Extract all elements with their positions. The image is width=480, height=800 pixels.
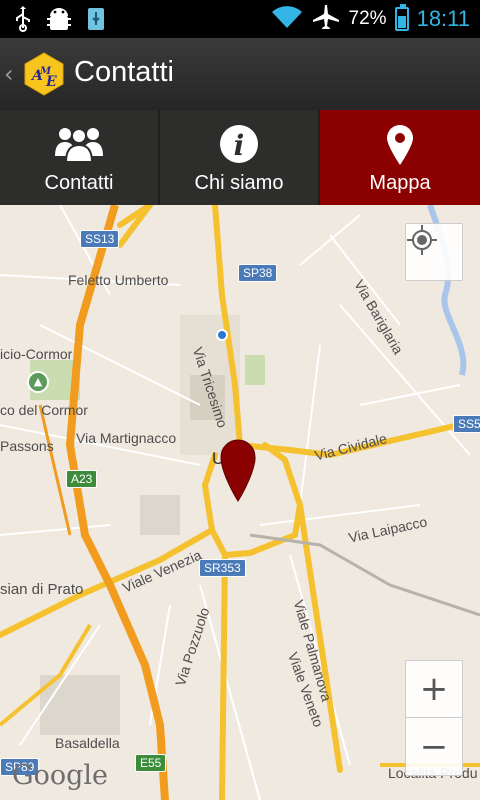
tab-label: Contatti [44, 172, 114, 194]
android-debug-icon [46, 6, 72, 36]
map-label: Via Martignacco [76, 430, 177, 446]
zoom-in-button[interactable]: + [405, 660, 463, 718]
usb-icon [14, 6, 32, 36]
battery-charging-icon [394, 4, 409, 31]
road-shield-sr353: SR353 [199, 559, 246, 577]
google-attribution-logo: Google [12, 760, 108, 791]
tab-label: Mappa [369, 172, 431, 194]
page-title: Contatti [74, 56, 174, 88]
usb-storage-icon [86, 6, 106, 36]
battery-percent: 72% [348, 8, 387, 29]
map-label: Basaldella [55, 735, 120, 751]
road-shield-ss5: SS5 [453, 415, 480, 433]
map-pin-icon [320, 124, 480, 165]
park-icon: ▲ [27, 371, 49, 393]
my-location-button[interactable] [405, 223, 463, 281]
map-view[interactable]: ▲ SS13 SP38 A23 SR353 E55 SS5 SP89 Felet… [0, 205, 480, 800]
action-bar: ‹ A M E Contatti [0, 38, 480, 110]
road-shield-a23: A23 [66, 470, 98, 488]
map-label: sian di Prato [0, 581, 84, 598]
app-logo[interactable]: A M E [22, 52, 66, 96]
back-chevron-icon[interactable]: ‹ [4, 60, 14, 88]
zoom-out-button[interactable]: − [405, 718, 463, 776]
clock: 18:11 [416, 6, 470, 31]
airplane-icon [311, 3, 341, 35]
wifi-icon [271, 4, 303, 34]
tab-bar: Contatti i Chi siamo Mappa [0, 110, 480, 205]
tab-label: Chi siamo [194, 172, 284, 194]
map-label: Feletto Umberto [68, 272, 169, 288]
road-shield-sp38: SP38 [238, 264, 278, 282]
map-label: Passons [0, 438, 54, 454]
crosshair-icon [407, 225, 437, 255]
tab-mappa[interactable]: Mappa [320, 110, 480, 205]
current-location-dot [216, 329, 228, 341]
tab-chi-siamo[interactable]: i Chi siamo [160, 110, 320, 205]
svg-text:i: i [234, 129, 245, 162]
svg-text:E: E [45, 74, 57, 90]
tab-contatti[interactable]: Contatti [0, 110, 160, 205]
group-icon [0, 124, 158, 164]
location-marker[interactable] [219, 438, 257, 502]
map-label: co del Cormor [0, 402, 88, 418]
map-label: icio-Cormor [0, 346, 73, 362]
status-bar: 72% 18:11 [0, 0, 480, 38]
road-shield-e55: E55 [135, 754, 167, 772]
info-icon: i [160, 124, 318, 164]
road-shield-ss13: SS13 [80, 230, 120, 248]
